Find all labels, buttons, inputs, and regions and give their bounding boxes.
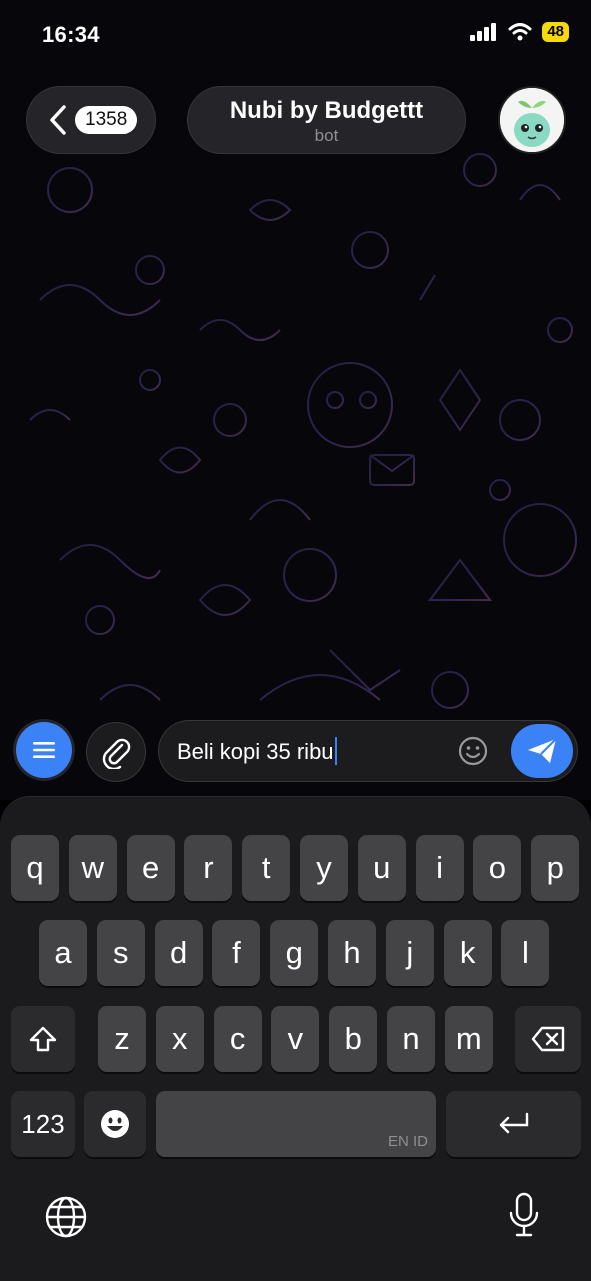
send-button[interactable]: [511, 724, 573, 778]
key-u[interactable]: u: [357, 835, 406, 901]
key-label: v: [287, 1021, 304, 1056]
status-icons: 48: [470, 22, 569, 42]
key-label: f: [232, 935, 241, 970]
key-h[interactable]: h: [328, 920, 376, 986]
bot-avatar[interactable]: [498, 86, 566, 154]
key-label: d: [169, 935, 188, 970]
key-label: z: [114, 1021, 130, 1056]
key-r[interactable]: r: [184, 835, 233, 901]
battery-indicator: 48: [542, 22, 569, 42]
key-label: c: [229, 1021, 246, 1056]
globe-icon[interactable]: [44, 1195, 88, 1239]
bot-menu-button[interactable]: [16, 722, 72, 778]
key-e[interactable]: e: [126, 835, 175, 901]
message-text: Beli kopi 35 ribu: [177, 739, 334, 764]
unread-count-badge: 1358: [75, 106, 138, 134]
key-i[interactable]: i: [415, 835, 464, 901]
key-label: r: [203, 850, 214, 885]
chat-title-button[interactable]: Nubi by Budgettt bot: [187, 86, 466, 154]
paperclip-icon: [102, 738, 131, 769]
key-o[interactable]: o: [473, 835, 522, 901]
key-label: q: [26, 850, 44, 885]
key-k[interactable]: k: [443, 920, 492, 986]
key-label: p: [546, 850, 564, 885]
message-input-text[interactable]: Beli kopi 35 ribu: [177, 737, 337, 765]
message-input[interactable]: Beli kopi 35 ribu: [158, 720, 578, 782]
space-language-label: EN ID: [387, 1133, 428, 1150]
key-label: l: [521, 935, 529, 970]
key-label: k: [459, 935, 476, 970]
wifi-icon: [508, 23, 532, 41]
back-chevron-icon: [50, 105, 66, 135]
key-label: t: [261, 850, 271, 885]
key-m[interactable]: m: [444, 1006, 493, 1072]
backspace-key[interactable]: [515, 1006, 581, 1072]
emoji-icon: [101, 1110, 129, 1138]
key-f[interactable]: f: [212, 920, 261, 986]
return-key[interactable]: [446, 1091, 581, 1157]
numbers-key[interactable]: 123: [11, 1091, 75, 1157]
key-label: o: [488, 850, 507, 885]
bot-avatar-image: [500, 88, 564, 152]
key-x[interactable]: x: [155, 1006, 204, 1072]
key-label: x: [172, 1021, 188, 1056]
key-label: e: [141, 850, 160, 885]
menu-icon: [33, 742, 55, 758]
emoji-key[interactable]: [84, 1091, 146, 1157]
key-v[interactable]: v: [271, 1006, 320, 1072]
key-c[interactable]: c: [213, 1006, 262, 1072]
key-label: b: [344, 1021, 362, 1056]
key-label: i: [436, 850, 444, 885]
key-label: s: [113, 935, 129, 970]
back-button[interactable]: 1358: [26, 86, 156, 154]
key-g[interactable]: g: [270, 920, 319, 986]
microphone-icon[interactable]: [506, 1191, 542, 1239]
chat-title: Nubi by Budgettt: [229, 97, 424, 124]
key-l[interactable]: l: [501, 920, 550, 986]
text-caret: [334, 737, 337, 765]
key-label: j: [406, 935, 414, 970]
key-w[interactable]: w: [68, 835, 117, 901]
keyboard: q w e r t y u i o p a s d f g h j k l z x c v b nm 123 EN ID: [0, 796, 591, 1281]
key-label: h: [343, 935, 361, 970]
key-label: n: [402, 1021, 420, 1056]
key-s[interactable]: s: [96, 920, 145, 986]
key-n[interactable]: n: [387, 1006, 435, 1072]
key-b[interactable]: b: [329, 1006, 378, 1072]
key-a[interactable]: a: [39, 920, 87, 986]
send-icon: [528, 738, 557, 763]
key-z[interactable]: z: [98, 1006, 146, 1072]
key-label: w: [81, 850, 104, 885]
smiley-icon[interactable]: [457, 735, 489, 767]
space-key[interactable]: EN ID: [156, 1091, 436, 1157]
key-label: a: [54, 935, 72, 970]
backspace-icon: [531, 1026, 565, 1052]
key-q[interactable]: q: [11, 835, 59, 901]
signal-icon: [470, 23, 497, 41]
return-icon: [499, 1112, 528, 1134]
key-label: g: [285, 935, 303, 970]
chat-subtitle: bot: [314, 126, 339, 145]
key-j[interactable]: j: [385, 920, 434, 986]
key-label: y: [316, 850, 332, 885]
key-p[interactable]: p: [531, 835, 580, 901]
key-label: u: [373, 850, 391, 885]
key-label: m: [455, 1021, 482, 1056]
shift-icon: [29, 1026, 57, 1052]
numbers-key-label: 123: [21, 1108, 65, 1139]
attach-button[interactable]: [86, 722, 146, 782]
key-t[interactable]: t: [242, 835, 291, 901]
shift-key[interactable]: [11, 1006, 75, 1072]
status-time: 16:34: [42, 22, 100, 47]
key-y[interactable]: y: [300, 835, 348, 901]
key-d[interactable]: d: [154, 920, 203, 986]
